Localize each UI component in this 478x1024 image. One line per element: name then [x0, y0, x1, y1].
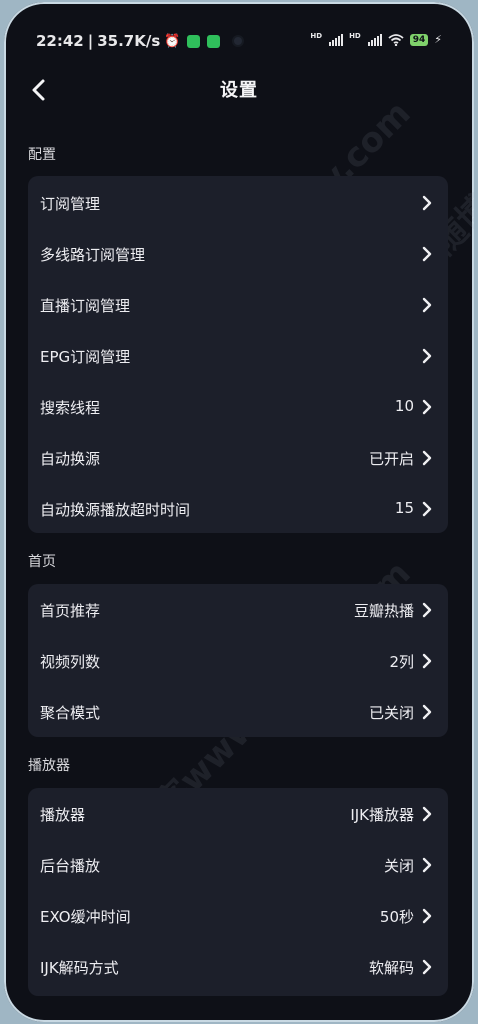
settings-row-subscription[interactable]: 订阅管理 [28, 178, 448, 229]
row-value: 15 [394, 499, 414, 517]
chevron-right-icon [422, 399, 432, 415]
chevron-right-icon [422, 704, 432, 720]
row-label: 搜索线程 [40, 399, 101, 417]
chevron-right-icon [422, 246, 432, 262]
chevron-right-icon [422, 653, 432, 669]
chevron-right-icon [422, 602, 432, 618]
notification-app-icon [187, 34, 201, 48]
chevron-right-icon [422, 857, 432, 873]
chevron-right-icon [422, 450, 432, 466]
row-value: 关闭 [383, 857, 414, 875]
notification-app-icon-2 [207, 34, 221, 48]
row-label: 多线路订阅管理 [40, 246, 146, 264]
row-value: 50秒 [379, 908, 414, 926]
row-label: IJK解码方式 [40, 959, 119, 977]
status-time: 22:42 [36, 32, 84, 50]
row-label: 后台播放 [40, 857, 101, 875]
section-label-home: 首页 [28, 554, 56, 570]
signal-icon [329, 33, 344, 46]
row-label: 自动换源播放超时时间 [40, 501, 191, 519]
row-label: 直播订阅管理 [40, 297, 131, 315]
chevron-right-icon [422, 501, 432, 517]
row-label: 首页推荐 [40, 602, 101, 620]
row-value: 2列 [389, 653, 414, 671]
row-label: EXO缓冲时间 [40, 908, 131, 926]
settings-row-search-threads[interactable]: 搜索线程 10 [28, 382, 448, 433]
settings-row-epg-subscription[interactable]: EPG订阅管理 [28, 331, 448, 382]
status-bar: 22:42 | 35.7K/s ⏰ HD HD 94 ⚡ [4, 28, 474, 56]
row-value: 10 [394, 397, 414, 415]
settings-row-player[interactable]: 播放器 IJK播放器 [28, 789, 448, 840]
wifi-icon [388, 33, 404, 46]
alarm-icon: ⏰ [164, 33, 181, 49]
settings-row-home-recommend[interactable]: 首页推荐 豆瓣热播 [28, 585, 448, 636]
phone-screen: 一生相随博客www.520xv.com 一生相随博客www.520xv.com … [4, 2, 474, 1022]
settings-row-switch-timeout[interactable]: 自动换源播放超时时间 15 [28, 484, 448, 535]
hd-label-1: HD [310, 32, 323, 40]
status-separator: | [87, 32, 94, 50]
config-card: 订阅管理 多线路订阅管理 直播订阅管理 EPG订阅管理 搜索线程 10 自动换源… [28, 176, 448, 533]
chevron-right-icon [422, 297, 432, 313]
settings-row-exo-buffer[interactable]: EXO缓冲时间 50秒 [28, 891, 448, 942]
row-value: 软解码 [368, 959, 414, 977]
settings-row-ijk-decode[interactable]: IJK解码方式 软解码 [28, 942, 448, 993]
front-camera [234, 37, 242, 45]
settings-row-aggregate-mode[interactable]: 聚合模式 已关闭 [28, 687, 448, 738]
chevron-right-icon [422, 195, 432, 211]
row-label: EPG订阅管理 [40, 348, 131, 366]
row-value: 豆瓣热播 [353, 602, 414, 620]
network-speed: 35.7K/s [97, 32, 161, 50]
section-label-config: 配置 [28, 147, 56, 163]
row-label: 订阅管理 [40, 195, 101, 213]
chevron-right-icon [422, 348, 432, 364]
charging-icon: ⚡ [434, 33, 442, 46]
row-label: 自动换源 [40, 450, 101, 468]
player-card: 播放器 IJK播放器 后台播放 关闭 EXO缓冲时间 50秒 IJK解码方式 软… [28, 788, 448, 996]
chevron-right-icon [422, 959, 432, 975]
row-value: 已开启 [368, 450, 414, 468]
chevron-right-icon [422, 806, 432, 822]
row-value: IJK播放器 [350, 806, 414, 824]
settings-row-video-columns[interactable]: 视频列数 2列 [28, 636, 448, 687]
section-label-player: 播放器 [28, 758, 70, 774]
app-header: 设置 [4, 72, 474, 108]
page-title: 设置 [220, 80, 258, 101]
settings-row-multi-subscription[interactable]: 多线路订阅管理 [28, 229, 448, 280]
settings-row-background-play[interactable]: 后台播放 关闭 [28, 840, 448, 891]
row-label: 聚合模式 [40, 704, 101, 722]
row-label: 视频列数 [40, 653, 101, 671]
row-value: 已关闭 [368, 704, 414, 722]
home-card: 首页推荐 豆瓣热播 视频列数 2列 聚合模式 已关闭 [28, 584, 448, 737]
battery-level: 94 [409, 33, 429, 46]
hd-label-2: HD [349, 32, 361, 40]
signal-icon-2 [367, 33, 382, 46]
settings-row-live-subscription[interactable]: 直播订阅管理 [28, 280, 448, 331]
row-label: 播放器 [40, 806, 86, 824]
chevron-right-icon [422, 908, 432, 924]
settings-row-auto-switch-source[interactable]: 自动换源 已开启 [28, 433, 448, 484]
